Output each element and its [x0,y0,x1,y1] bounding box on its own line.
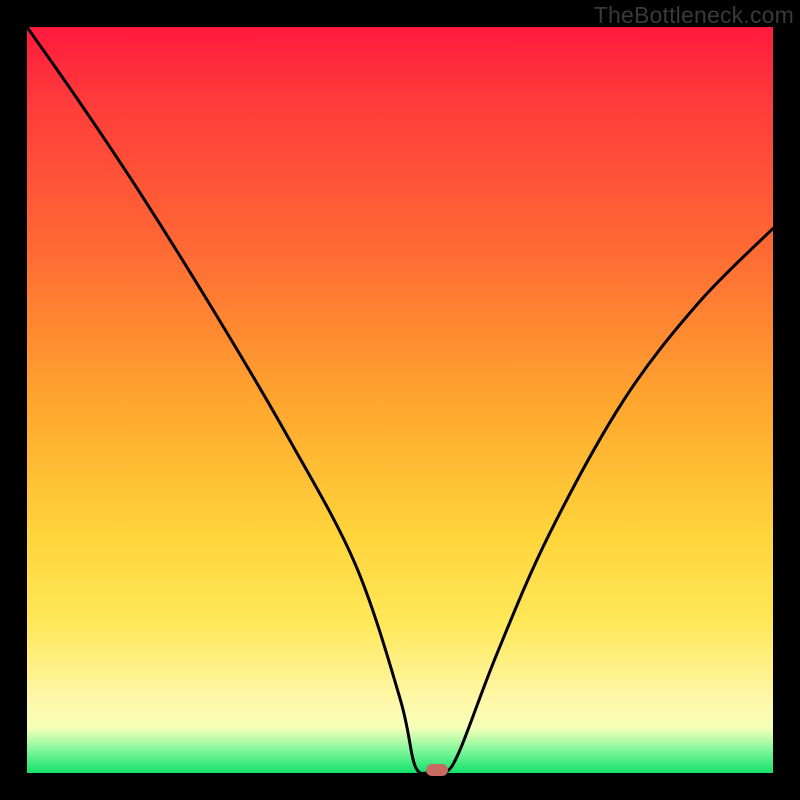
bottleneck-curve [27,27,773,773]
plot-area [27,27,773,773]
optimal-point-marker [426,764,448,776]
chart-frame: TheBottleneck.com [0,0,800,800]
watermark-text: TheBottleneck.com [594,2,794,29]
